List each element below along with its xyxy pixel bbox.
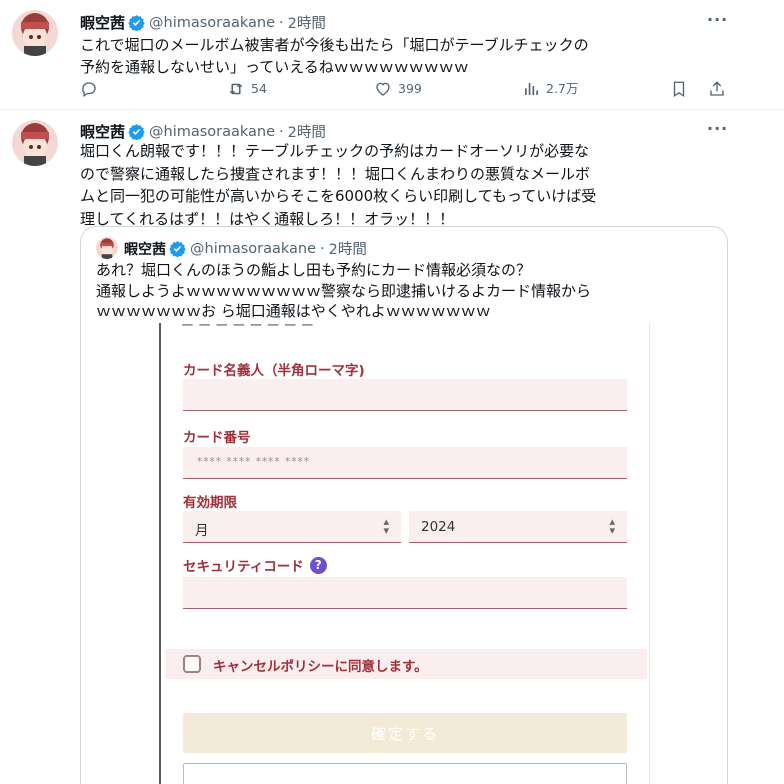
tweet-text: これで堀口のメールボム被害者が今後も出たら「堀口がテーブルチェックの 予約を通報…	[80, 34, 589, 78]
tweet-line: ので警察に通報したら捜査されます！！！堀口くんまわりの悪質なメールボ	[80, 164, 591, 183]
more-options-icon[interactable]: ···	[707, 10, 728, 29]
confirm-button: 確定する	[183, 713, 627, 753]
retweet-icon	[229, 83, 243, 95]
quote-line: ｗｗｗｗｗｗｗお ら堀口通報はやくやれよｗｗｗｗｗｗｗ	[96, 302, 491, 320]
cardholder-field	[183, 379, 627, 411]
separator-dot: ·	[279, 123, 284, 140]
card-number-placeholder: **** **** **** ****	[197, 456, 311, 468]
card-number-label: カード番号	[183, 430, 251, 446]
security-code-text: セキュリティコード	[183, 559, 304, 575]
views-button[interactable]: 2.7万	[522, 80, 578, 98]
view-count: 2.7万	[546, 81, 579, 96]
timestamp[interactable]: 2時間	[288, 121, 326, 142]
security-code-field	[183, 577, 627, 609]
image-frame-edge	[649, 323, 650, 784]
tweet-text: 堀口くん朗報です！！！テーブルチェックの予約はカードオーソリが必要な ので警察に…	[80, 140, 596, 230]
avatar[interactable]	[12, 120, 58, 166]
tweet-line: 堀口くん朗報です！！！テーブルチェックの予約はカードオーソリが必要な	[80, 142, 590, 160]
separator-dot: ·	[320, 240, 325, 257]
handle[interactable]: @himasoraakane	[149, 124, 275, 140]
share-icon	[710, 81, 724, 96]
confirm-label: 確定する	[370, 725, 439, 743]
secondary-button	[183, 763, 627, 784]
heart-icon	[376, 82, 390, 96]
quote-display-name[interactable]: 暇空茜	[124, 239, 166, 259]
security-code-label: セキュリティコード ?	[183, 555, 327, 575]
quote-handle[interactable]: @himasoraakane	[190, 241, 316, 257]
month-select: 月 ▴ ▾	[183, 511, 401, 543]
views-chart-icon	[525, 83, 538, 95]
retweet-button[interactable]: 54	[227, 80, 267, 98]
select-arrows-icon: ▴ ▾	[383, 515, 389, 537]
quote-avatar[interactable]	[96, 237, 118, 259]
verified-badge-icon	[169, 241, 186, 257]
checkbox	[183, 655, 201, 673]
quote-timestamp[interactable]: 2時間	[329, 238, 367, 259]
tweet-line: 予約を通報しないせい」っていえるねｗｗｗｗｗｗｗｗｗ	[80, 58, 469, 76]
card-number-field: **** **** **** ****	[183, 447, 627, 479]
tweet-1[interactable]: 暇空茜 @himasoraakane · 2時間 ··· これで堀口のメールボム…	[0, 0, 760, 110]
expiry-label: 有効期限	[183, 495, 237, 511]
display-name[interactable]: 暇空茜	[80, 121, 125, 142]
help-icon: ?	[309, 556, 327, 574]
avatar[interactable]	[12, 10, 58, 56]
select-arrows-icon: ▴ ▾	[609, 515, 615, 537]
share-button[interactable]	[708, 80, 732, 98]
agree-label: キャンセルポリシーに同意します。	[213, 659, 428, 675]
quote-line: あれ？堀口くんのほうの鮨よし田も予約にカード情報必須なの？	[96, 261, 532, 279]
year-select: 2024 ▴ ▾	[409, 511, 627, 543]
like-button[interactable]: 399	[374, 80, 422, 98]
handle[interactable]: @himasoraakane	[149, 15, 275, 31]
bookmark-button[interactable]	[670, 80, 694, 98]
timestamp[interactable]: 2時間	[288, 12, 326, 33]
bookmark-icon	[673, 81, 685, 98]
display-name[interactable]: 暇空茜	[80, 12, 125, 33]
reply-icon	[82, 82, 96, 98]
quote-line: 通報しようよｗｗｗｗｗｗｗｗｗ警察なら即逮捕いけるよカード情報から	[96, 281, 592, 300]
month-value: 月	[195, 523, 209, 539]
quote-text: あれ？堀口くんのほうの鮨よし田も予約にカード情報必須なの？ 通報しようよｗｗｗｗ…	[96, 260, 591, 322]
attached-image[interactable]: ー ー ー ー ー ー ー ー カード名義人（半角ローマ字) カード番号 ***…	[81, 323, 727, 784]
retweet-count: 54	[251, 81, 267, 96]
verified-badge-icon	[128, 15, 145, 31]
action-bar: 54 399 2.7万	[80, 80, 740, 102]
cardholder-label: カード名義人（半角ローマ字)	[183, 363, 365, 379]
separator-dot: ·	[279, 14, 284, 31]
tweet-line: これで堀口のメールボム被害者が今後も出たら「堀口がテーブルチェックの	[80, 36, 589, 54]
like-count: 399	[398, 81, 422, 96]
quoted-tweet[interactable]: 暇空茜 @himasoraakane · 2時間 あれ？堀口くんのほうの鮨よし田…	[80, 226, 728, 784]
more-options-icon[interactable]: ···	[707, 119, 728, 138]
tweet-line: ムと同一犯の可能性が高いからそこを6000枚くらい印刷してもっていけば受	[80, 187, 597, 205]
cancel-policy-agreement: キャンセルポリシーに同意します。	[165, 649, 647, 679]
year-value: 2024	[421, 519, 456, 535]
image-frame-edge	[159, 323, 161, 784]
reply-button[interactable]	[80, 80, 104, 98]
verified-badge-icon	[128, 124, 145, 140]
cropped-text: ー ー ー ー ー ー ー ー	[181, 323, 314, 334]
